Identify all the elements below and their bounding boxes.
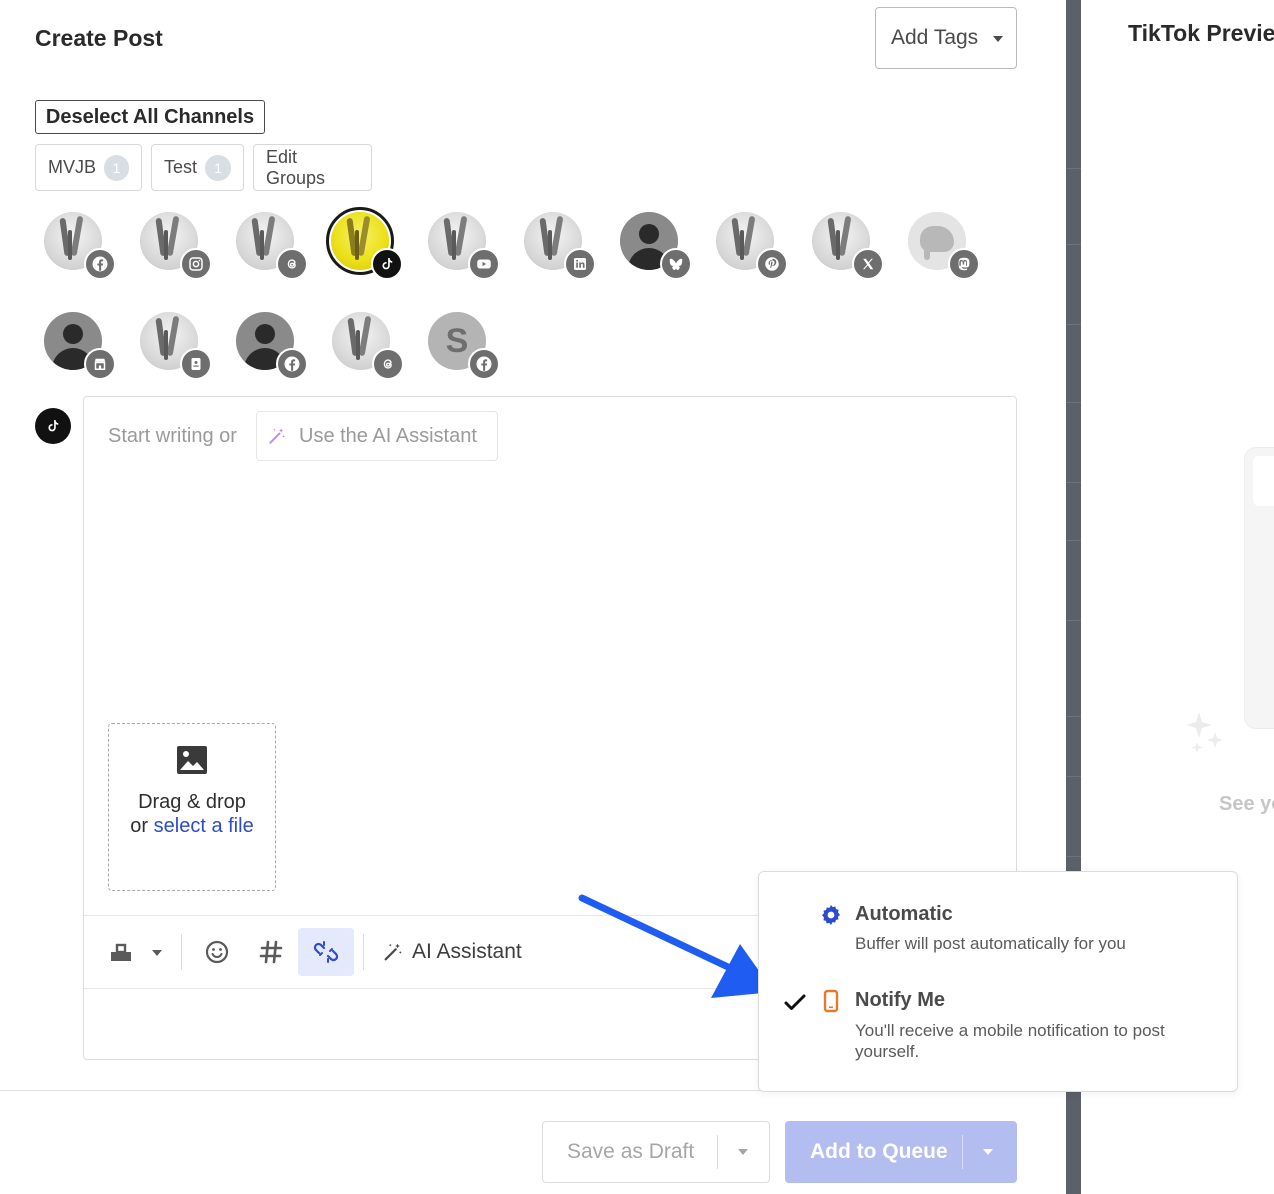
menu-item-notify-me[interactable]: Notify Me You'll receive a mobile notifi… bbox=[759, 972, 1237, 1082]
media-menu-toggle[interactable] bbox=[144, 928, 170, 976]
mastodon-icon bbox=[948, 248, 980, 280]
channel-avatar-facebook[interactable] bbox=[44, 212, 116, 280]
publish-mode-menu: Automatic Buffer will post automatically… bbox=[758, 871, 1238, 1092]
menu-item-automatic[interactable]: Automatic Buffer will post automatically… bbox=[759, 872, 1237, 959]
mobile-phone-icon bbox=[823, 989, 839, 1013]
button-divider bbox=[717, 1135, 718, 1169]
group-label: MVJB bbox=[48, 157, 97, 177]
gear-icon bbox=[822, 905, 840, 925]
channel-avatar-linkedin[interactable] bbox=[524, 212, 596, 280]
toolbar-divider bbox=[181, 934, 182, 970]
edit-groups-label: Edit Groups bbox=[266, 146, 326, 188]
channel-avatar-startpage[interactable] bbox=[140, 312, 212, 380]
magic-wand-icon bbox=[269, 428, 285, 444]
dropzone-text: Drag & drop bbox=[138, 791, 246, 813]
pinterest-icon bbox=[756, 248, 788, 280]
media-library-button[interactable] bbox=[106, 928, 136, 976]
add-tags-dropdown[interactable]: Add Tags bbox=[875, 7, 1017, 69]
facebook-icon bbox=[84, 248, 116, 280]
add-to-queue-button[interactable]: Add to Queue bbox=[785, 1121, 1017, 1183]
annotation-arrow-icon bbox=[578, 894, 774, 998]
group-button-mvjb[interactable]: MVJB 1 bbox=[35, 144, 142, 191]
magic-wand-icon bbox=[384, 943, 402, 961]
preview-empty-text: See yo bbox=[1219, 793, 1274, 815]
caret-down-icon bbox=[152, 950, 162, 956]
ai-assistant-button[interactable]: AI Assistant bbox=[382, 928, 522, 976]
caret-down-icon[interactable] bbox=[738, 1149, 748, 1155]
tiktok-icon bbox=[35, 408, 71, 444]
channel-avatar-google-business[interactable] bbox=[44, 312, 116, 380]
emoji-icon bbox=[205, 940, 229, 964]
group-button-test[interactable]: Test 1 bbox=[151, 144, 244, 191]
add-queue-label: Add to Queue bbox=[810, 1140, 948, 1163]
check-icon bbox=[784, 994, 806, 1010]
menu-item-title: Automatic bbox=[855, 903, 953, 925]
channel-avatar-x[interactable] bbox=[812, 212, 884, 280]
channel-avatar-pinterest[interactable] bbox=[716, 212, 788, 280]
ai-chip-label: Use the AI Assistant bbox=[299, 424, 477, 447]
stack-icon bbox=[111, 943, 131, 961]
button-divider bbox=[962, 1135, 963, 1169]
image-icon bbox=[177, 746, 207, 774]
channel-avatar-youtube[interactable] bbox=[428, 212, 500, 280]
channel-avatar-bluesky[interactable] bbox=[620, 212, 692, 280]
tiktok-icon bbox=[371, 248, 403, 280]
group-count-badge: 1 bbox=[205, 154, 231, 181]
channel-avatar-instagram[interactable] bbox=[140, 212, 212, 280]
use-ai-assistant-button[interactable]: Use the AI Assistant bbox=[256, 411, 498, 461]
bluesky-icon bbox=[660, 248, 692, 280]
group-label: Test bbox=[164, 157, 198, 177]
save-draft-label: Save as Draft bbox=[567, 1140, 695, 1163]
page-title: Create Post bbox=[35, 25, 163, 51]
channel-avatar-threads[interactable] bbox=[236, 212, 308, 280]
broken-link-icon bbox=[313, 941, 339, 963]
add-tags-label: Add Tags bbox=[891, 26, 979, 49]
link-shortener-button[interactable] bbox=[298, 928, 354, 976]
sparkles-icon bbox=[1186, 712, 1223, 753]
preview-title: TikTok Preview bbox=[1128, 20, 1274, 46]
linkedin-icon bbox=[564, 248, 596, 280]
menu-item-title: Notify Me bbox=[855, 989, 945, 1011]
hashtag-icon bbox=[259, 940, 283, 964]
facebook-icon bbox=[276, 348, 308, 380]
x-icon bbox=[852, 248, 884, 280]
editor-placeholder: Start writing or bbox=[108, 425, 237, 447]
media-dropzone[interactable]: Drag & drop or select a file bbox=[108, 723, 276, 891]
menu-item-description: Buffer will post automatically for you bbox=[855, 934, 1126, 953]
google-business-icon bbox=[84, 348, 116, 380]
dropzone-subtext: or select a file bbox=[109, 814, 275, 838]
emoji-button[interactable] bbox=[200, 928, 234, 976]
channel-avatar-threads-2[interactable] bbox=[332, 312, 404, 380]
startpage-icon bbox=[180, 348, 212, 380]
channel-avatar-mastodon[interactable] bbox=[908, 212, 980, 280]
phone-mockup-card bbox=[1253, 456, 1274, 506]
dropzone-or: or bbox=[130, 815, 149, 837]
edit-groups-button[interactable]: Edit Groups bbox=[253, 144, 372, 191]
channel-avatar-tiktok[interactable] bbox=[326, 207, 403, 280]
toolbar-divider bbox=[363, 934, 364, 970]
channel-avatar-facebook-3[interactable]: S bbox=[428, 312, 500, 380]
threads-icon bbox=[372, 348, 404, 380]
menu-item-description: You'll receive a mobile notification to … bbox=[855, 1021, 1165, 1061]
facebook-icon bbox=[468, 348, 500, 380]
caret-down-icon[interactable] bbox=[983, 1149, 993, 1155]
save-as-draft-button[interactable]: Save as Draft bbox=[542, 1121, 770, 1183]
instagram-icon bbox=[180, 248, 212, 280]
caret-down-icon bbox=[993, 36, 1003, 42]
channel-avatar-facebook-2[interactable] bbox=[236, 312, 308, 380]
group-count-badge: 1 bbox=[104, 154, 129, 181]
deselect-all-channels-button[interactable]: Deselect All Channels bbox=[35, 100, 265, 134]
hashtag-button[interactable] bbox=[254, 928, 288, 976]
ai-assistant-label: AI Assistant bbox=[412, 940, 522, 963]
select-file-link[interactable]: select a file bbox=[154, 815, 254, 837]
youtube-icon bbox=[468, 248, 500, 280]
threads-icon bbox=[276, 248, 308, 280]
